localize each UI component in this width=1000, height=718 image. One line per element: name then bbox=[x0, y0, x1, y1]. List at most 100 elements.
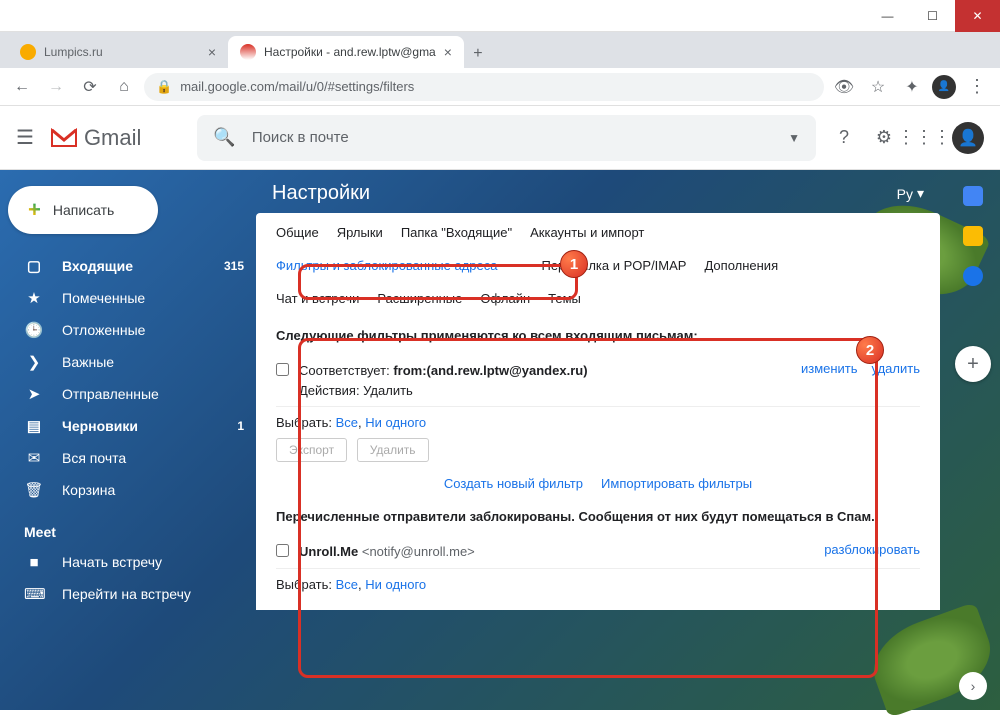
tab-advanced[interactable]: Расширенные bbox=[377, 291, 462, 312]
tab-themes[interactable]: Темы bbox=[548, 291, 581, 312]
search-box[interactable]: 🔍 Поиск в почте ▼ bbox=[197, 115, 816, 161]
lang-label: Ру bbox=[897, 186, 913, 202]
filter-delete-link[interactable]: удалить bbox=[872, 361, 920, 376]
tab-labels[interactable]: Ярлыки bbox=[337, 225, 383, 246]
select-all-link[interactable]: Все bbox=[336, 415, 358, 430]
export-button: Экспорт bbox=[276, 438, 347, 462]
trash-icon: 🗑 bbox=[24, 481, 44, 499]
unblock-link[interactable]: разблокировать bbox=[824, 542, 920, 557]
window-minimize[interactable]: — bbox=[865, 0, 910, 32]
search-placeholder: Поиск в почте bbox=[252, 129, 772, 146]
match-value: from:(and.rew.lptw@yandex.ru) bbox=[393, 363, 587, 378]
chevron-down-icon: ▾ bbox=[917, 185, 924, 202]
extension-icon[interactable]: ✦ bbox=[898, 73, 926, 101]
new-tab-button[interactable]: + bbox=[464, 40, 492, 68]
tab-filters[interactable]: Фильтры и заблокированные адреса bbox=[276, 258, 497, 279]
apps-grid-icon[interactable]: ⋮⋮⋮ bbox=[912, 126, 936, 150]
incognito-icon[interactable]: 👁 bbox=[830, 73, 858, 101]
account-avatar[interactable]: 👤 bbox=[952, 122, 984, 154]
settings-gear-icon[interactable]: ⚙ bbox=[872, 126, 896, 150]
filters-applied-header: Следующие фильтры применяются ко всем вх… bbox=[276, 328, 920, 343]
plus-icon: + bbox=[28, 197, 41, 223]
browser-tabstrip: Lumpics.ru × Настройки - and.rew.lptw@gm… bbox=[0, 32, 1000, 68]
collapse-panel-icon[interactable]: › bbox=[959, 672, 987, 700]
blocked-checkbox[interactable] bbox=[276, 544, 289, 557]
home-button[interactable]: ⌂ bbox=[110, 73, 138, 101]
sidebar-item-all-mail[interactable]: ✉ Вся почта bbox=[0, 442, 256, 474]
tab-chat[interactable]: Чат и встречи bbox=[276, 291, 359, 312]
clock-icon: 🕒 bbox=[24, 321, 44, 339]
tab-close-icon[interactable]: × bbox=[208, 44, 216, 60]
keyboard-icon: ⌨ bbox=[24, 585, 44, 603]
browser-tab-lumpics[interactable]: Lumpics.ru × bbox=[8, 36, 228, 68]
sidebar-item-trash[interactable]: 🗑 Корзина bbox=[0, 474, 256, 506]
tab-inbox[interactable]: Папка "Входящие" bbox=[401, 225, 512, 246]
language-selector[interactable]: Ру ▾ bbox=[897, 185, 924, 202]
filter-row: Соответствует: from:(and.rew.lptw@yandex… bbox=[276, 355, 920, 407]
browser-toolbar: ← → ⟳ ⌂ 🔒 mail.google.com/mail/u/0/#sett… bbox=[0, 68, 1000, 106]
select-none-link[interactable]: Ни одного bbox=[365, 577, 426, 592]
sent-icon: ➤ bbox=[24, 385, 44, 403]
drafts-count: 1 bbox=[237, 419, 244, 433]
settings-panel: Общие Ярлыки Папка "Входящие" Аккаунты и… bbox=[256, 213, 940, 610]
sidebar-item-meet-join[interactable]: ⌨ Перейти на встречу bbox=[0, 578, 256, 610]
settings-title: Настройки bbox=[272, 182, 370, 205]
help-icon[interactable]: ? bbox=[832, 126, 856, 150]
sidebar-item-important[interactable]: ❯ Важные bbox=[0, 346, 256, 378]
sidebar-item-sent[interactable]: ➤ Отправленные bbox=[0, 378, 256, 410]
main-menu-button[interactable]: ☰ bbox=[16, 125, 34, 150]
back-button[interactable]: ← bbox=[8, 73, 36, 101]
sidebar-item-starred[interactable]: ★ Помеченные bbox=[0, 282, 256, 314]
calendar-icon[interactable] bbox=[963, 186, 983, 206]
compose-button[interactable]: + Написать bbox=[8, 186, 158, 234]
forward-button[interactable]: → bbox=[42, 73, 70, 101]
tab-title: Lumpics.ru bbox=[44, 45, 103, 59]
sidebar-item-inbox[interactable]: ▢ Входящие 315 bbox=[0, 250, 256, 282]
filter-checkbox[interactable] bbox=[276, 363, 289, 376]
nav-label: Отправленные bbox=[62, 386, 159, 402]
tab-accounts[interactable]: Аккаунты и импорт bbox=[530, 225, 644, 246]
sidebar-item-meet-start[interactable]: ■ Начать встречу bbox=[0, 546, 256, 578]
tab-offline[interactable]: Офлайн bbox=[480, 291, 530, 312]
delete-button: Удалить bbox=[357, 438, 429, 462]
addons-plus-button[interactable]: + bbox=[955, 346, 991, 382]
create-filter-link[interactable]: Создать новый фильтр bbox=[444, 476, 583, 491]
search-icon: 🔍 bbox=[213, 127, 235, 148]
gmail-logo[interactable]: Gmail bbox=[50, 125, 141, 151]
keep-icon[interactable] bbox=[963, 226, 983, 246]
content-area: Настройки Ру ▾ Общие Ярлыки Папка "Входя… bbox=[256, 170, 1000, 710]
annotation-badge-1: 1 bbox=[560, 250, 588, 278]
browser-tab-gmail[interactable]: Настройки - and.rew.lptw@gma × bbox=[228, 36, 464, 68]
sidebar: + Написать ▢ Входящие 315 ★ Помеченные 🕒… bbox=[0, 170, 256, 710]
bookmark-icon[interactable]: ☆ bbox=[864, 73, 892, 101]
tab-addons[interactable]: Дополнения bbox=[704, 258, 778, 279]
url-text: mail.google.com/mail/u/0/#settings/filte… bbox=[180, 79, 414, 94]
profile-avatar[interactable]: 👤 bbox=[932, 75, 956, 99]
drafts-icon: ▤ bbox=[24, 417, 44, 435]
window-maximize[interactable]: ☐ bbox=[910, 0, 955, 32]
address-bar[interactable]: 🔒 mail.google.com/mail/u/0/#settings/fil… bbox=[144, 73, 824, 101]
select-none-link[interactable]: Ни одного bbox=[365, 415, 426, 430]
filter-edit-link[interactable]: изменить bbox=[801, 361, 858, 376]
search-options-icon[interactable]: ▼ bbox=[788, 131, 800, 145]
import-filters-link[interactable]: Импортировать фильтры bbox=[601, 476, 752, 491]
camera-icon: ■ bbox=[24, 554, 44, 571]
blocked-email: <notify@unroll.me> bbox=[362, 544, 475, 559]
blocked-row: Unroll.Me <notify@unroll.me> разблокиров… bbox=[276, 536, 920, 569]
tab-close-icon[interactable]: × bbox=[444, 44, 452, 60]
match-label: Соответствует: bbox=[299, 363, 390, 378]
nav-label: Перейти на встречу bbox=[62, 586, 191, 602]
favicon-icon bbox=[20, 44, 36, 60]
sidebar-item-snoozed[interactable]: 🕒 Отложенные bbox=[0, 314, 256, 346]
browser-menu-button[interactable]: ⋮ bbox=[962, 76, 992, 97]
tab-general[interactable]: Общие bbox=[276, 225, 319, 246]
gmail-favicon-icon bbox=[240, 44, 256, 60]
tasks-icon[interactable] bbox=[963, 266, 983, 286]
inbox-icon: ▢ bbox=[24, 257, 44, 275]
window-close[interactable]: ✕ bbox=[955, 0, 1000, 32]
window-titlebar: — ☐ ✕ bbox=[0, 0, 1000, 32]
sidebar-item-drafts[interactable]: ▤ Черновики 1 bbox=[0, 410, 256, 442]
nav-label: Черновики bbox=[62, 418, 138, 434]
select-all-link[interactable]: Все bbox=[336, 577, 358, 592]
reload-button[interactable]: ⟳ bbox=[76, 73, 104, 101]
